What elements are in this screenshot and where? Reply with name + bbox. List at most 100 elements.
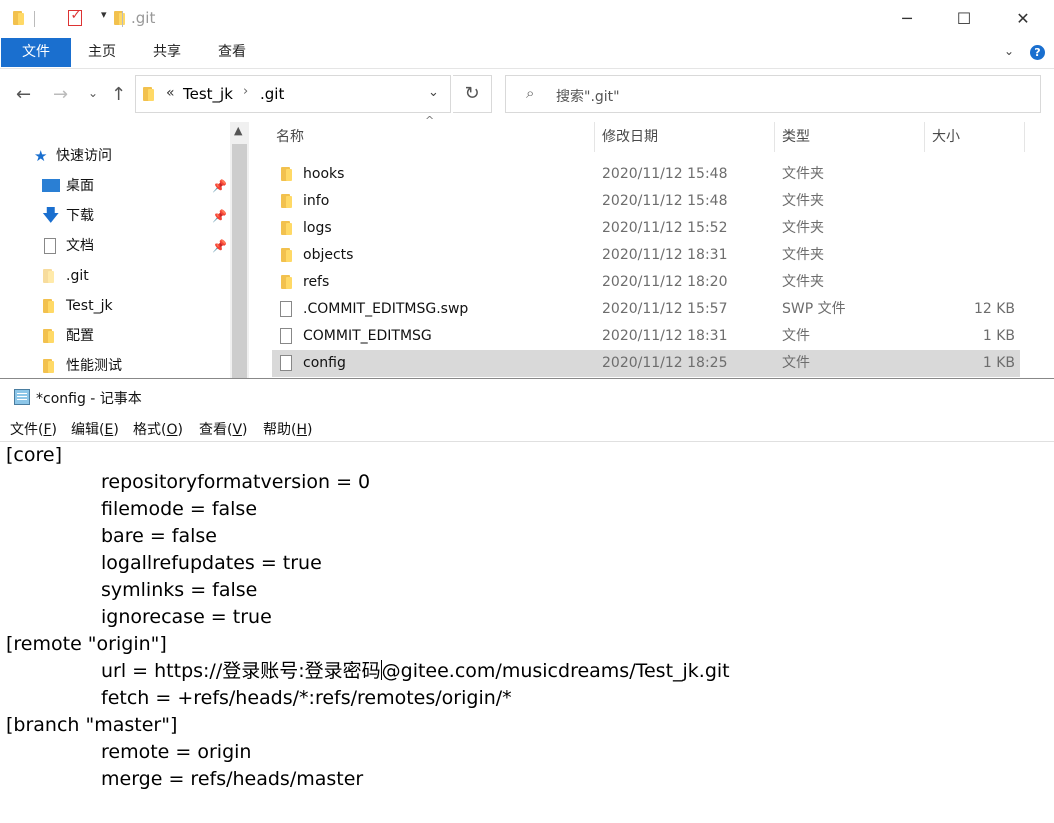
file-icon [280, 301, 292, 317]
file-name: config [303, 355, 346, 371]
nav-item-documents[interactable]: 文档 📌 [0, 231, 230, 261]
file-type: 文件夹 [782, 193, 824, 209]
customize-toolbar-dropdown-icon[interactable]: ▾ [101, 8, 107, 26]
navigation-pane: ★ 快速访问 桌面 📌 🡇 下载 📌 文档 📌 .git Test_jk 配置 … [0, 122, 250, 378]
file-row-info[interactable]: info 2020/11/12 15:48 文件夹 [272, 188, 1020, 215]
nav-item-label: 桌面 [66, 178, 94, 194]
properties-icon[interactable] [68, 8, 83, 26]
search-input[interactable]: ⌕ 搜索".git" [505, 75, 1041, 113]
nav-item-label: 快速访问 [56, 148, 112, 164]
recent-locations-chevron-icon[interactable]: ⌄ [88, 86, 98, 100]
file-type: 文件夹 [782, 247, 824, 263]
nav-item-performance-test[interactable]: 性能测试 [0, 351, 230, 378]
file-row-commit-editmsg-swp[interactable]: .COMMIT_EDITMSG.swp 2020/11/12 15:57 SWP… [272, 296, 1020, 323]
nav-pane-scrollbar[interactable]: ▲ [230, 122, 249, 378]
text-editor-area[interactable]: [core] repositoryformatversion = 0 filem… [0, 441, 1054, 823]
url-after-caret: @gitee.com/musicdreams/Test_jk.git [381, 660, 730, 682]
menu-label-end: ) [242, 422, 248, 438]
nav-item-label: 文档 [66, 238, 94, 254]
nav-item-label: .git [66, 268, 89, 284]
sort-ascending-icon: ^ [425, 114, 435, 127]
tab-home[interactable]: 主页 [88, 38, 116, 66]
search-icon: ⌕ [526, 84, 535, 102]
file-size: 1 KB [982, 355, 1015, 371]
folder-icon [142, 86, 156, 102]
file-date: 2020/11/12 18:31 [602, 328, 728, 344]
nav-item-label: 性能测试 [66, 358, 122, 374]
breadcrumb-chevron-icon[interactable]: › [243, 84, 248, 99]
scrollbar-thumb[interactable] [232, 144, 247, 378]
menu-label-end: ) [51, 422, 57, 438]
refresh-button[interactable]: ↻ [453, 75, 492, 113]
ribbon-tabs: 文件 主页 共享 查看 ⌄ ? [0, 38, 1054, 69]
menu-file[interactable]: 文件(F) [10, 419, 57, 439]
minimize-button[interactable]: ─ [884, 0, 930, 38]
nav-item-desktop[interactable]: 桌面 📌 [0, 171, 230, 201]
menu-edit[interactable]: 编辑(E) [71, 419, 119, 439]
menu-accelerator: V [232, 422, 243, 438]
scroll-up-icon[interactable]: ▲ [234, 124, 242, 137]
folder-icon [42, 268, 56, 284]
column-divider[interactable] [594, 122, 595, 152]
breadcrumb-overflow-icon[interactable]: « [166, 85, 175, 101]
back-arrow-icon[interactable]: ← [16, 84, 31, 105]
nav-item-quick-access[interactable]: ★ 快速访问 [0, 141, 230, 171]
file-date: 2020/11/12 18:20 [602, 274, 728, 290]
folder-icon [42, 358, 56, 374]
column-header-name[interactable]: 名称 [276, 122, 304, 152]
file-date: 2020/11/12 15:52 [602, 220, 728, 236]
menu-view[interactable]: 查看(V) [199, 419, 248, 439]
address-history-chevron-icon[interactable]: ⌄ [428, 85, 439, 100]
menu-help[interactable]: 帮助(H) [263, 419, 312, 439]
nav-item-config[interactable]: 配置 [0, 321, 230, 351]
window-title: .git [131, 9, 156, 27]
menu-accelerator: O [166, 422, 178, 438]
breadcrumb-item-test-jk[interactable]: Test_jk [183, 85, 233, 103]
forward-arrow-icon[interactable]: → [53, 84, 68, 105]
column-header-date[interactable]: 修改日期 [602, 122, 658, 152]
file-row-refs[interactable]: refs 2020/11/12 18:20 文件夹 [272, 269, 1020, 296]
column-header-type[interactable]: 类型 [782, 122, 810, 152]
file-row-commit-editmsg[interactable]: COMMIT_EDITMSG 2020/11/12 18:31 文件 1 KB [272, 323, 1020, 350]
tab-share[interactable]: 共享 [153, 38, 181, 66]
file-date: 2020/11/12 15:48 [602, 193, 728, 209]
column-header-size[interactable]: 大小 [932, 122, 960, 152]
menu-label: 编辑( [71, 422, 105, 438]
file-size: 1 KB [982, 328, 1015, 344]
tab-file[interactable]: 文件 [1, 38, 71, 67]
file-icon [280, 355, 292, 371]
menu-bar: 文件(F) 编辑(E) 格式(O) 查看(V) 帮助(H) [0, 415, 1054, 441]
nav-item-downloads[interactable]: 🡇 下载 📌 [0, 201, 230, 231]
breadcrumb-item-git[interactable]: .git [260, 85, 284, 103]
nav-item-git[interactable]: .git [0, 261, 230, 291]
text-line: merge = refs/heads/master [101, 768, 364, 790]
maximize-button[interactable]: ☐ [941, 0, 987, 38]
nav-item-label: 配置 [66, 328, 94, 344]
file-row-config[interactable]: config 2020/11/12 18:25 文件 1 KB [272, 350, 1020, 377]
desktop-icon [42, 179, 60, 192]
divider [122, 11, 123, 27]
folder-icon [12, 10, 26, 26]
new-folder-icon[interactable] [113, 10, 127, 26]
menu-format[interactable]: 格式(O) [133, 419, 183, 439]
up-arrow-icon[interactable]: ↑ [111, 84, 126, 105]
folder-icon [280, 166, 294, 182]
column-divider[interactable] [924, 122, 925, 152]
download-arrow-icon: 🡇 [42, 206, 60, 226]
chevron-down-icon[interactable]: ⌄ [1004, 44, 1014, 58]
address-bar[interactable]: « Test_jk › .git ⌄ [135, 75, 451, 113]
file-row-objects[interactable]: objects 2020/11/12 18:31 文件夹 [272, 242, 1020, 269]
column-divider[interactable] [774, 122, 775, 152]
help-icon[interactable]: ? [1030, 45, 1045, 60]
folder-icon [280, 220, 294, 236]
file-name: logs [303, 220, 332, 236]
column-divider[interactable] [1024, 122, 1025, 152]
file-row-logs[interactable]: logs 2020/11/12 15:52 文件夹 [272, 215, 1020, 242]
close-button[interactable]: ✕ [1000, 0, 1046, 38]
nav-item-test-jk[interactable]: Test_jk [0, 291, 230, 321]
file-date: 2020/11/12 15:48 [602, 166, 728, 182]
text-line: [remote "origin"] [6, 633, 167, 655]
file-row-hooks[interactable]: hooks 2020/11/12 15:48 文件夹 [272, 161, 1020, 188]
menu-label: 帮助( [263, 422, 297, 438]
tab-view[interactable]: 查看 [218, 38, 246, 66]
